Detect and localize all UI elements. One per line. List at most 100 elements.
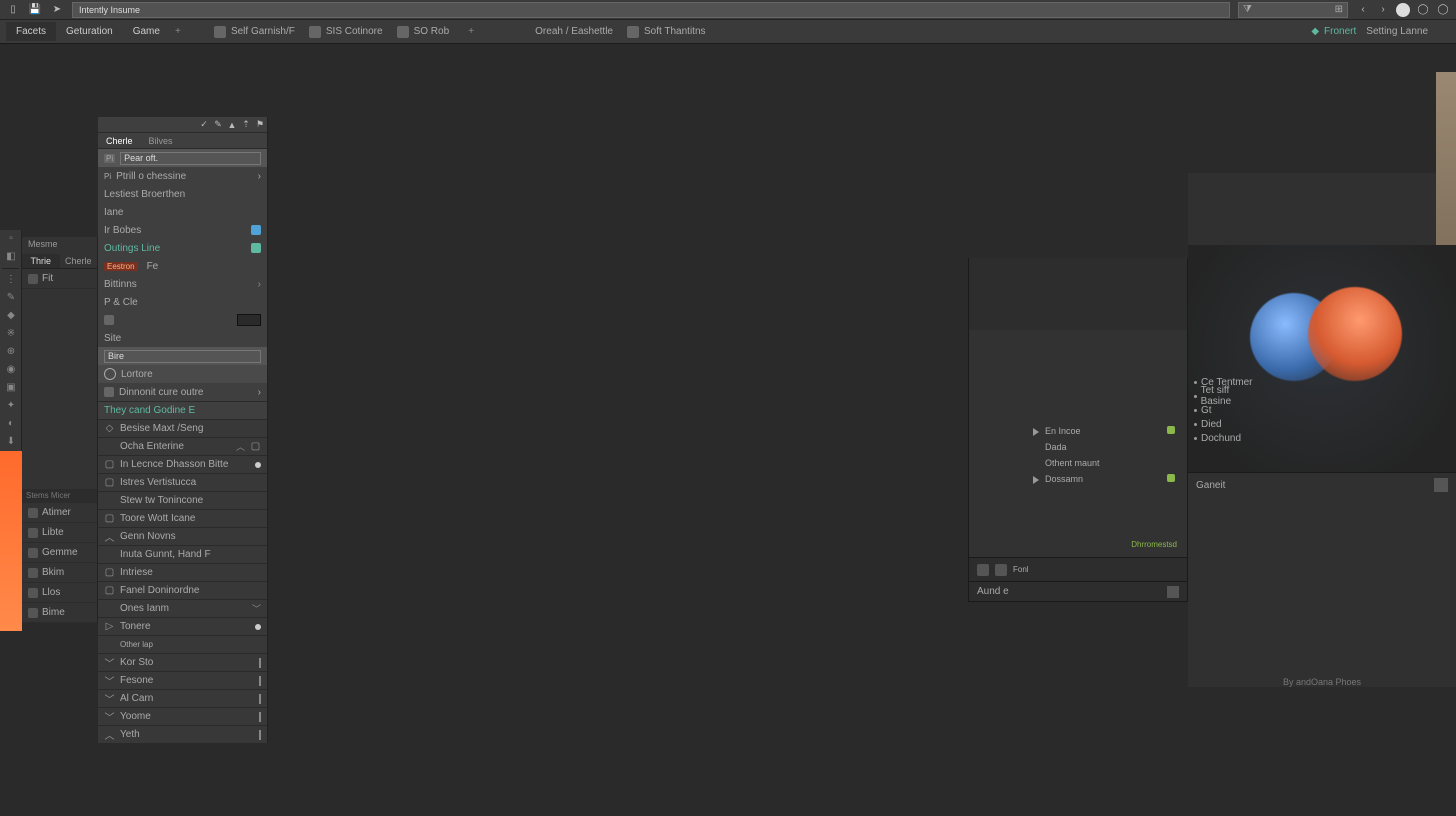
tree-section-2[interactable]: ▢In Lecnce Dhasson Bitte: [98, 455, 267, 473]
tree-node-bittinns[interactable]: Bittinns›: [98, 275, 267, 293]
tree-section-15[interactable]: ﹀Al Carn: [98, 689, 267, 707]
app-menu-icon[interactable]: ▯: [6, 3, 20, 17]
tree-upload-icon[interactable]: ⇡: [239, 118, 253, 132]
tool-10[interactable]: ✦: [0, 397, 22, 415]
color-swatch-foreground[interactable]: [0, 451, 22, 631]
tree-node-site[interactable]: Site: [98, 329, 267, 347]
tree-section-7[interactable]: Inuta Gunnt, Hand F: [98, 545, 267, 563]
tree-section-0[interactable]: ◇Besise Maxt /Seng: [98, 419, 267, 437]
color-swatch[interactable]: [237, 314, 261, 326]
inspector-side-5[interactable]: Dochund: [1194, 431, 1254, 445]
tree-flag-icon[interactable]: ⚑: [253, 118, 267, 132]
tree-section-10[interactable]: Ones Ianm﹀: [98, 599, 267, 617]
props-item-llos[interactable]: Llos: [22, 583, 97, 603]
cube-icon[interactable]: [1434, 478, 1448, 492]
props-item-bkim[interactable]: Bkim: [22, 563, 97, 583]
chevron-left-icon[interactable]: ‹: [1356, 3, 1370, 17]
save-icon[interactable]: 💾: [28, 3, 42, 17]
inspector-canvas[interactable]: Ce Tentmer Tet siff Basine Gt Died Dochu…: [1188, 245, 1456, 473]
tree-section-14[interactable]: ﹀Fesone: [98, 671, 267, 689]
forward-icon[interactable]: ➤: [50, 3, 64, 17]
help-icon[interactable]: ◯: [1416, 3, 1430, 17]
ribbon-soft-thantitns[interactable]: Soft Thantitns: [627, 26, 706, 38]
tree-check-icon[interactable]: ✓: [197, 118, 211, 132]
inspector-side-4[interactable]: Died: [1194, 417, 1254, 431]
preview-item-1[interactable]: En Incoe: [1045, 426, 1081, 436]
tree-warning-icon[interactable]: ▲: [225, 118, 239, 132]
chevron-right-icon[interactable]: ›: [1376, 3, 1390, 17]
preview-item-2[interactable]: Dada: [1045, 442, 1067, 452]
ribbon-setting-lanne[interactable]: Setting Lanne: [1366, 26, 1428, 37]
tree-node-they-cand[interactable]: They cand Godine E: [98, 401, 267, 419]
ribbon-so-rob[interactable]: SO Rob: [397, 26, 450, 38]
tool-11[interactable]: ◐: [0, 415, 22, 433]
preview-canvas[interactable]: En Incoe Dada Othent maunt Dossamn Dhrro…: [969, 330, 1187, 558]
tree-name-input[interactable]: [120, 152, 261, 165]
tree-node-swatch[interactable]: [98, 311, 267, 329]
tree-section-17[interactable]: ︿Yeth: [98, 725, 267, 743]
tree-section-4[interactable]: Stew tw Tonincone: [98, 491, 267, 509]
tab-game[interactable]: Game: [123, 22, 170, 41]
tree-pencil-icon[interactable]: ✎: [211, 118, 225, 132]
tool-8[interactable]: ◉: [0, 361, 22, 379]
filter-options-icon[interactable]: ⊞: [1335, 4, 1343, 15]
ribbon-self-garnish[interactable]: Self Garnish/F: [214, 26, 295, 38]
props-fit[interactable]: Fit: [22, 269, 97, 289]
tool-2[interactable]: ◧: [0, 248, 22, 266]
tree-section-5[interactable]: ▢Toore Wott Icane: [98, 509, 267, 527]
tool-7[interactable]: ⊕: [0, 343, 22, 361]
tool-5[interactable]: ◆: [0, 307, 22, 325]
add-tab-button[interactable]: +: [170, 26, 186, 37]
grid-icon[interactable]: [977, 564, 989, 576]
breadcrumb-input[interactable]: Intently Insume: [72, 2, 1230, 18]
props-item-libte[interactable]: Libte: [22, 523, 97, 543]
ribbon-add-1[interactable]: +: [463, 26, 479, 37]
user-avatar-icon[interactable]: [1396, 3, 1410, 17]
handle-icon[interactable]: [259, 658, 261, 668]
props-tab-thrie[interactable]: Thrie: [22, 254, 60, 268]
tab-geturation[interactable]: Geturation: [56, 22, 123, 41]
tree-node-iane[interactable]: Iane: [98, 203, 267, 221]
ribbon-fronert[interactable]: ◆Fronert: [1311, 26, 1356, 37]
tree-section-3[interactable]: ▢Istres Vertistucca: [98, 473, 267, 491]
inspector-side-3[interactable]: Gt: [1194, 403, 1254, 417]
tree-node-irbobes[interactable]: Ir Bobes: [98, 221, 267, 239]
tree-node-lortore[interactable]: Lortore: [98, 365, 267, 383]
play-icon[interactable]: [1033, 428, 1039, 436]
home-icon[interactable]: [1167, 586, 1179, 598]
extra-icon[interactable]: ▢: [250, 441, 261, 452]
tree-node-pcle[interactable]: P & Cle: [98, 293, 267, 311]
handle-icon[interactable]: [259, 712, 261, 722]
tree-section-6[interactable]: ︿Genn Novns: [98, 527, 267, 545]
tool-3[interactable]: ⋮: [0, 271, 22, 289]
tree-section-13[interactable]: ﹀Kor Sto: [98, 653, 267, 671]
ribbon-oreah[interactable]: Oreah / Eashettle: [535, 26, 613, 37]
tool-6[interactable]: ※: [0, 325, 22, 343]
tree-node-eestron[interactable]: EestronFe: [98, 257, 267, 275]
ribbon-sis-cotinore[interactable]: SIS Cotinore: [309, 26, 383, 38]
layout-icon[interactable]: [995, 564, 1007, 576]
tool-12[interactable]: ⬇: [0, 433, 22, 451]
preview-item-3[interactable]: Othent maunt: [1045, 458, 1100, 468]
preview-item-4[interactable]: Dossamn: [1045, 474, 1083, 484]
tree-input2[interactable]: [104, 350, 261, 363]
play-icon[interactable]: [1033, 476, 1039, 484]
tree-node-ptrill[interactable]: PiPtrill o chessine›: [98, 167, 267, 185]
tree-tab-bilves[interactable]: Bilves: [141, 134, 181, 148]
tree-node-lestiest[interactable]: Lestiest Broerthen: [98, 185, 267, 203]
props-tab-cherle[interactable]: Cherle: [60, 254, 98, 268]
tree-section-16[interactable]: ﹀Yoome: [98, 707, 267, 725]
tool-9[interactable]: ▣: [0, 379, 22, 397]
handle-icon[interactable]: [259, 676, 261, 686]
handle-icon[interactable]: [259, 694, 261, 704]
tree-section-11[interactable]: ▷Tonere: [98, 617, 267, 635]
tree-section-12[interactable]: Other lap: [98, 635, 267, 653]
handle-icon[interactable]: [259, 730, 261, 740]
props-item-atimer[interactable]: Atimer: [22, 503, 97, 523]
tree-node-dinnonit[interactable]: Dinnonit cure outre›: [98, 383, 267, 401]
props-item-bime[interactable]: Bime: [22, 603, 97, 623]
tool-4[interactable]: ✎: [0, 289, 22, 307]
tree-section-8[interactable]: ▢Intriese: [98, 563, 267, 581]
inspector-side-2[interactable]: Tet siff Basine: [1194, 389, 1254, 403]
settings-icon[interactable]: ◯: [1436, 3, 1450, 17]
